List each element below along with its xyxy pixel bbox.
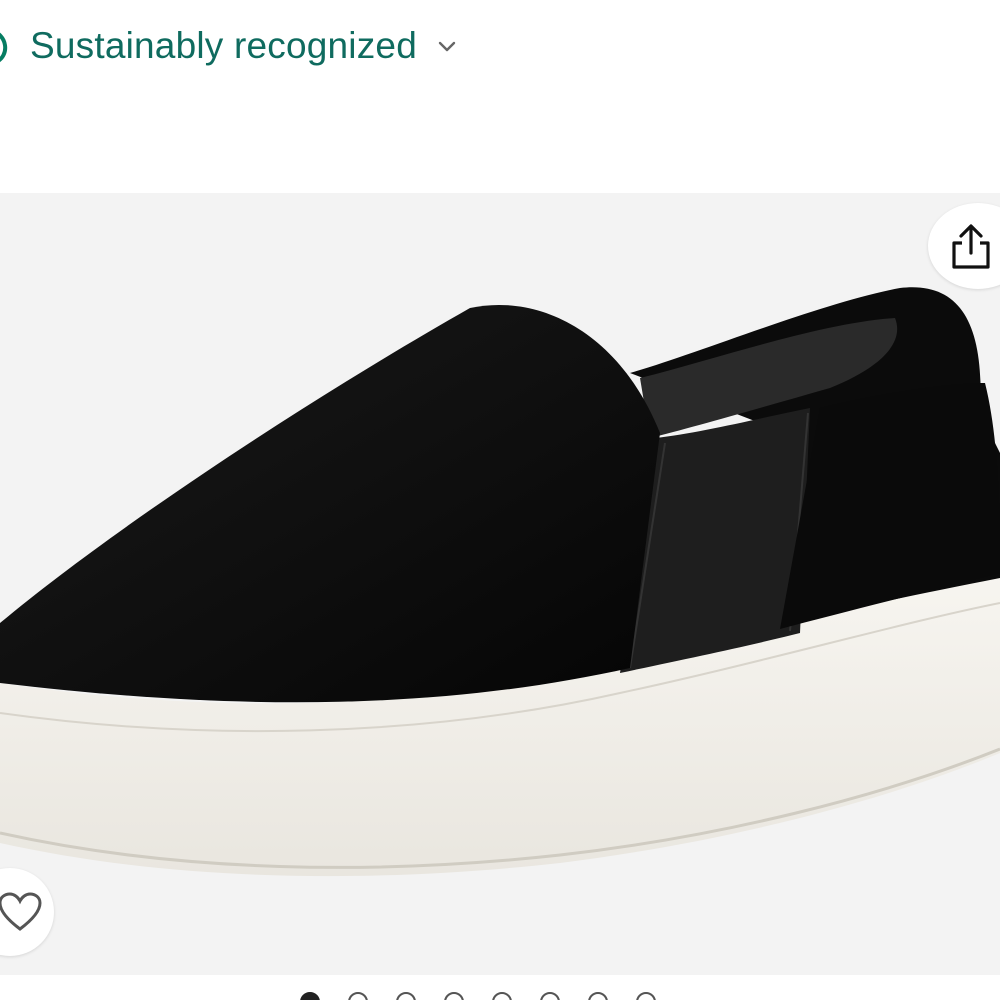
sustainably-recognized-link[interactable]: Sustainably recognized	[0, 16, 463, 76]
sustainability-label: Sustainably recognized	[30, 25, 417, 66]
pagination-dot[interactable]	[300, 992, 320, 1000]
heart-icon	[0, 892, 42, 931]
share-icon	[952, 224, 990, 269]
pagination-dot[interactable]	[636, 992, 656, 1000]
pagination-dot[interactable]	[540, 992, 560, 1000]
pagination-dot[interactable]	[396, 992, 416, 1000]
product-image[interactable]	[0, 193, 1000, 975]
pagination-dot[interactable]	[492, 992, 512, 1000]
pagination-dot[interactable]	[444, 992, 464, 1000]
product-page: Sustainably recognized	[0, 0, 1000, 1000]
pagination-dot[interactable]	[348, 992, 368, 1000]
chevron-down-icon	[437, 33, 463, 59]
leaf-icon	[0, 26, 16, 66]
image-pagination	[300, 992, 656, 1000]
product-image-gallery[interactable]	[0, 193, 1000, 975]
pagination-dot[interactable]	[588, 992, 608, 1000]
